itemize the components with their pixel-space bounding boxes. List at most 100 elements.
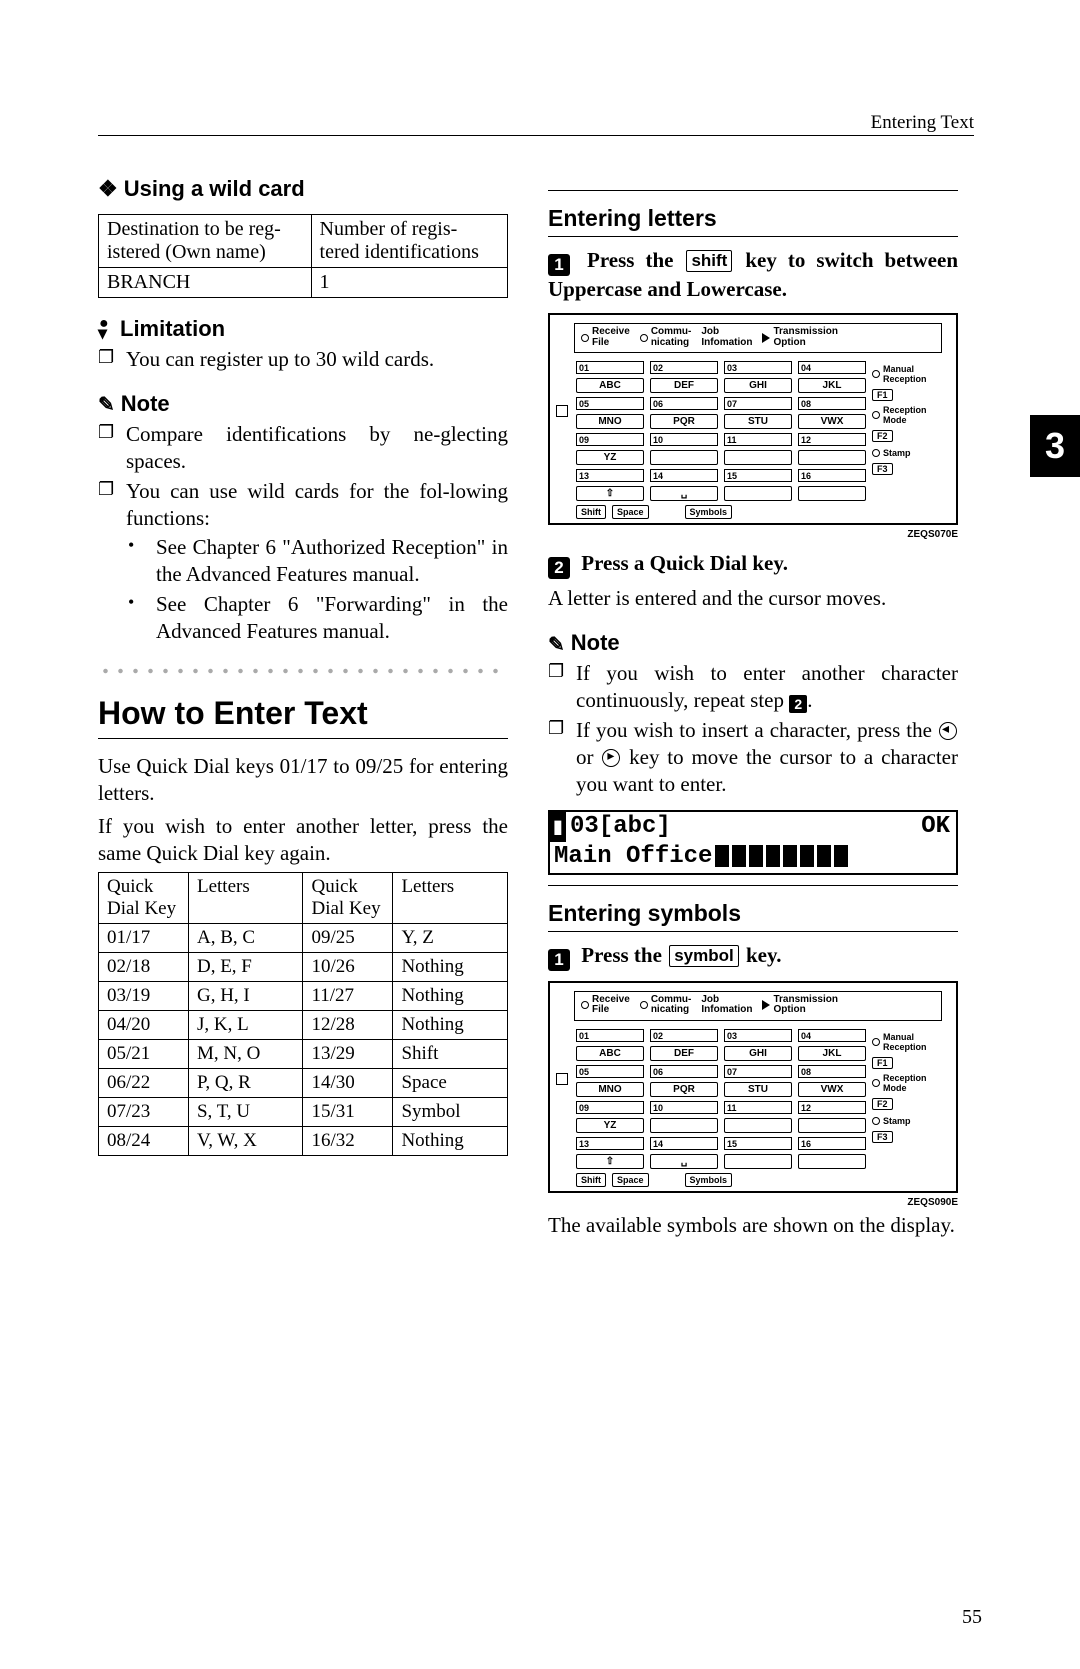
table-header: Letters <box>188 873 303 924</box>
table-cell: 08/24 <box>99 1127 189 1156</box>
page: Entering Text 3 55 ❖Using a wild card De… <box>0 0 1080 1669</box>
diamond-icon: ❖ <box>98 176 118 202</box>
step-1: 1 Press the shift key to switch between … <box>548 247 958 303</box>
table-cell: 13/29 <box>303 1040 393 1069</box>
table-header: Quick Dial Key <box>303 873 393 924</box>
note-item-text: If you wish to enter another character c… <box>576 660 958 714</box>
lcd-line1: 03[abc] <box>566 812 915 842</box>
note-item-text: Compare identifications by ne-glecting s… <box>126 421 508 475</box>
table-cell: Space <box>393 1069 508 1098</box>
rule <box>548 236 958 237</box>
table-cell: J, K, L <box>188 1011 303 1040</box>
step-text: key. <box>741 943 782 967</box>
note-subitem-text: See Chapter 6 "Authorized Reception" in … <box>156 534 508 588</box>
step-ref-icon: 2 <box>789 695 807 713</box>
table-cell: 01/17 <box>99 924 189 953</box>
note-heading: ✎ Note <box>548 630 958 656</box>
keycap-shift: shift <box>686 250 732 272</box>
note-icon: ✎ <box>548 632 565 657</box>
entering-symbols-heading: Entering symbols <box>548 900 958 927</box>
table-cell: M, N, O <box>188 1040 303 1069</box>
lcd-ok: OK <box>915 812 956 842</box>
table-cell: 06/22 <box>99 1069 189 1098</box>
table-cell: Destination to be reg- istered (Own name… <box>99 215 312 268</box>
table-cell: 02/18 <box>99 953 189 982</box>
body-text: Use Quick Dial keys 01/17 to 09/25 for e… <box>98 753 508 807</box>
table-cell: 11/27 <box>303 982 393 1011</box>
step-2: 2 Press a Quick Dial key. <box>548 550 958 579</box>
body-text: If you wish to enter another letter, pre… <box>98 813 508 867</box>
checkbox-icon: ❐ <box>98 346 116 373</box>
note-item-text: You can use wild cards for the fol-lowin… <box>126 478 508 532</box>
step-number-icon: 1 <box>548 254 570 276</box>
limitation-heading: Limitation <box>98 316 508 342</box>
table-cell: Nothing <box>393 953 508 982</box>
note-item-text: If you wish to insert a character, press… <box>576 717 958 798</box>
table-cell: 03/19 <box>99 982 189 1011</box>
table-cell: 10/26 <box>303 953 393 982</box>
table-header: Letters <box>393 873 508 924</box>
right-column: Entering letters 1 Press the shift key t… <box>548 170 958 1244</box>
wildcard-table: Destination to be reg- istered (Own name… <box>98 214 508 298</box>
table-cell: P, Q, R <box>188 1069 303 1098</box>
table-cell: Shift <box>393 1040 508 1069</box>
how-to-heading: How to Enter Text <box>98 695 508 732</box>
header-text: Entering Text <box>871 112 974 134</box>
table-cell: 15/31 <box>303 1098 393 1127</box>
lcd-line2: Main Office <box>554 843 712 870</box>
left-column: ❖Using a wild card Destination to be reg… <box>98 170 508 1244</box>
limitation-text: You can register up to 30 wild cards. <box>126 346 508 373</box>
bullet-icon: • <box>128 591 146 645</box>
side-tab: 3 <box>1030 415 1080 477</box>
note-subitem-text: See Chapter 6 "Forwarding" in the Advanc… <box>156 591 508 645</box>
entering-letters-heading: Entering letters <box>548 205 958 232</box>
page-number: 55 <box>962 1606 982 1629</box>
dot-divider <box>98 665 508 677</box>
step-number-icon: 1 <box>548 949 570 971</box>
limitation-icon <box>98 320 114 338</box>
arrow-right-icon <box>602 749 620 767</box>
letters-table: Quick Dial Key Letters Quick Dial Key Le… <box>98 872 508 1156</box>
table-cell: 09/25 <box>303 924 393 953</box>
table-cell: Nothing <box>393 982 508 1011</box>
table-cell: 14/30 <box>303 1069 393 1098</box>
rule <box>548 931 958 932</box>
table-cell: G, H, I <box>188 982 303 1011</box>
table-cell: 16/32 <box>303 1127 393 1156</box>
rule <box>548 885 958 886</box>
table-header: Quick Dial Key <box>99 873 189 924</box>
table-cell: 07/23 <box>99 1098 189 1127</box>
diagram-code: ZEQS090E <box>548 1197 958 1208</box>
table-cell: D, E, F <box>188 953 303 982</box>
body-text: A letter is entered and the cursor moves… <box>548 585 958 612</box>
table-cell: Nothing <box>393 1011 508 1040</box>
diagram-code: ZEQS070E <box>548 529 958 540</box>
checkbox-icon: ❐ <box>98 421 116 475</box>
step-text: Press the <box>581 943 667 967</box>
table-cell: V, W, X <box>188 1127 303 1156</box>
table-cell: 04/20 <box>99 1011 189 1040</box>
table-cell: Y, Z <box>393 924 508 953</box>
table-cell: Nothing <box>393 1127 508 1156</box>
step-text: Press a Quick Dial key. <box>581 551 788 575</box>
keycap-symbol: symbol <box>669 945 739 967</box>
note-heading: ✎ Note <box>98 391 508 417</box>
checkbox-icon: ❐ <box>98 478 116 532</box>
header-rule <box>98 135 974 136</box>
step-text: Press the <box>587 248 684 272</box>
sym-step-1: 1 Press the symbol key. <box>548 942 958 971</box>
checkbox-icon: ❐ <box>548 660 566 714</box>
keypad-diagram-1: Receive File Commu- nicating Job Infomat… <box>548 313 958 540</box>
table-cell: 1 <box>311 268 507 298</box>
table-cell: Number of regis- tered identifications <box>311 215 507 268</box>
note-icon: ✎ <box>98 392 115 417</box>
table-cell: S, T, U <box>188 1098 303 1127</box>
rule <box>548 190 958 191</box>
table-cell: Symbol <box>393 1098 508 1127</box>
bullet-icon: • <box>128 534 146 588</box>
arrow-left-icon <box>939 722 957 740</box>
heading-rule <box>98 738 508 739</box>
table-cell: A, B, C <box>188 924 303 953</box>
keypad-diagram-2: Receive File Commu- nicating Job Infomat… <box>548 981 958 1208</box>
table-cell: 05/21 <box>99 1040 189 1069</box>
